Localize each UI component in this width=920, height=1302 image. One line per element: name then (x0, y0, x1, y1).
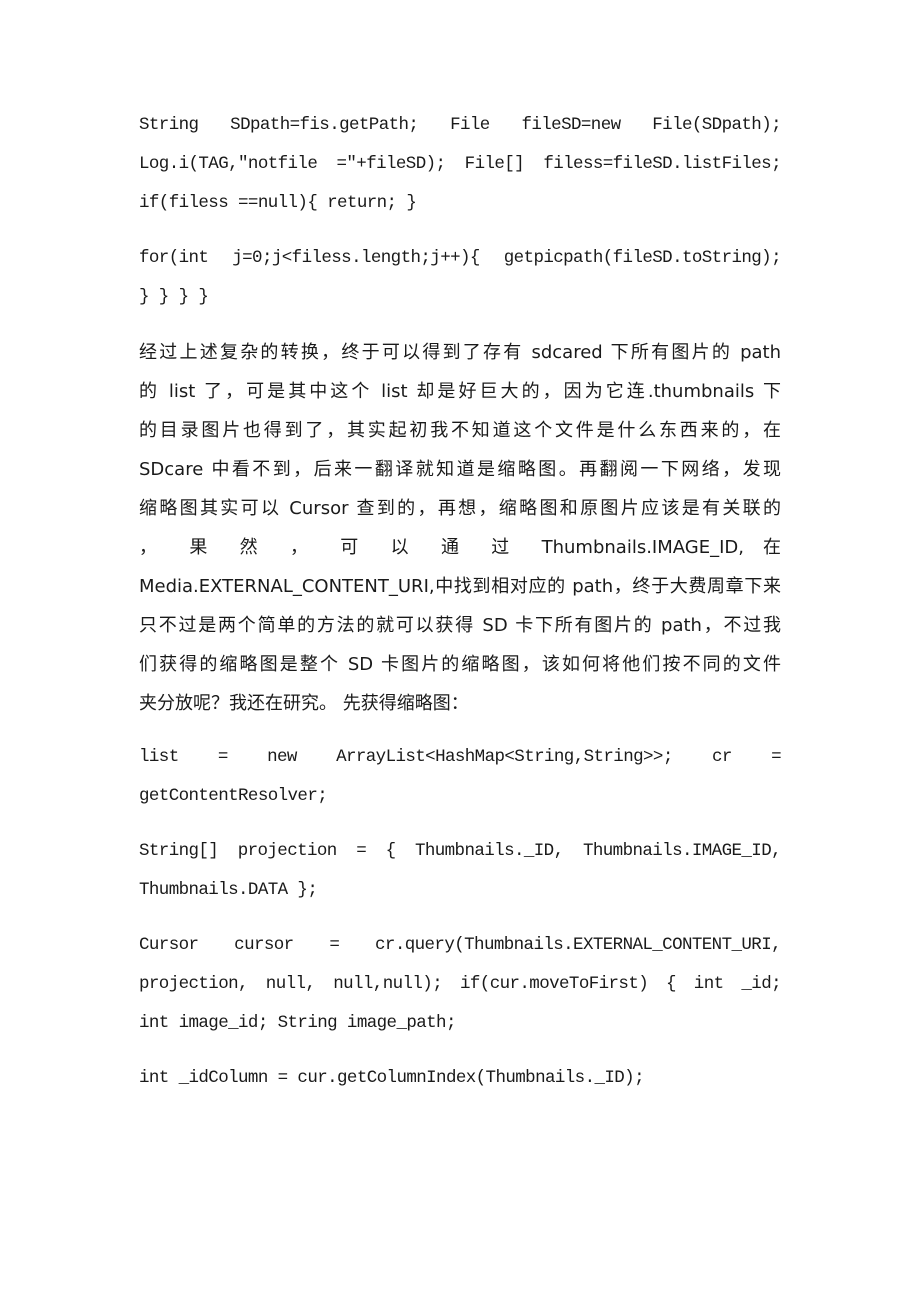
text-line: Media.EXTERNAL_CONTENT_URI,中找到相对应的 path，… (139, 576, 781, 597)
text-line: String SDpath=fis.getPath; File fileSD=n… (139, 115, 782, 135)
text-line: int _idColumn = cur.getColumnIndex(Thumb… (139, 1068, 645, 1088)
text-line: String[] projection = { Thumbnails._ID, … (139, 841, 782, 861)
code-block-list: list = new ArrayList<HashMap<String,Stri… (139, 738, 782, 816)
text-line: 的目录图片也得到了，其实起初我不知道这个文件是什么东西来的，在 (139, 420, 781, 441)
text-line: ， 果 然 ， 可 以 通 过 Thumbnails.IMAGE_ID, 在 (139, 537, 781, 558)
text-line: Thumbnails.DATA }; (139, 880, 318, 900)
text-line: Log.i(TAG,"notfile ="+fileSD); File[] fi… (139, 154, 782, 174)
text-line: list = new ArrayList<HashMap<String,Stri… (139, 747, 782, 767)
text-line: SDcare 中看不到，后来一翻译就知道是缩略图。再翻阅一下网络，发现 (139, 459, 781, 480)
code-block-cursor: Cursor cursor = cr.query(Thumbnails.EXTE… (139, 926, 782, 1043)
text-line: Cursor cursor = cr.query(Thumbnails.EXTE… (139, 935, 782, 955)
text-line: } } } } (139, 287, 209, 307)
text-line: 只不过是两个简单的方法的就可以获得 SD 卡下所有图片的 path，不过我 (139, 615, 781, 636)
code-block-for-loop: for(int j=0;j<filess.length;j++){ getpic… (139, 239, 782, 317)
code-block-sdpath: String SDpath=fis.getPath; File fileSD=n… (139, 106, 782, 223)
text-line: 缩略图其实可以 Cursor 查到的，再想，缩略图和原图片应该是有关联的 (139, 498, 781, 519)
text-line: if(filess ==null){ return; } (139, 193, 417, 213)
code-block-projection: String[] projection = { Thumbnails._ID, … (139, 832, 782, 910)
text-line: projection, null, null,null); if(cur.mov… (139, 974, 782, 994)
text-line: int image_id; String image_path; (139, 1013, 456, 1033)
text-line: 夹分放呢？我还在研究。 先获得缩略图： (139, 693, 469, 714)
text-line: 们获得的缩略图是整个 SD 卡图片的缩略图，该如何将他们按不同的文件 (139, 654, 781, 675)
text-line: 的 list 了，可是其中这个 list 却是好巨大的，因为它连.thumbna… (139, 381, 781, 402)
explanation-paragraph: 经过上述复杂的转换，终于可以得到了存有 sdcared 下所有图片的 path … (139, 333, 781, 723)
text-line: for(int j=0;j<filess.length;j++){ getpic… (139, 248, 782, 268)
text-line: 经过上述复杂的转换，终于可以得到了存有 sdcared 下所有图片的 path (139, 342, 781, 363)
code-block-idcolumn: int _idColumn = cur.getColumnIndex(Thumb… (139, 1059, 781, 1098)
text-line: getContentResolver; (139, 786, 328, 806)
